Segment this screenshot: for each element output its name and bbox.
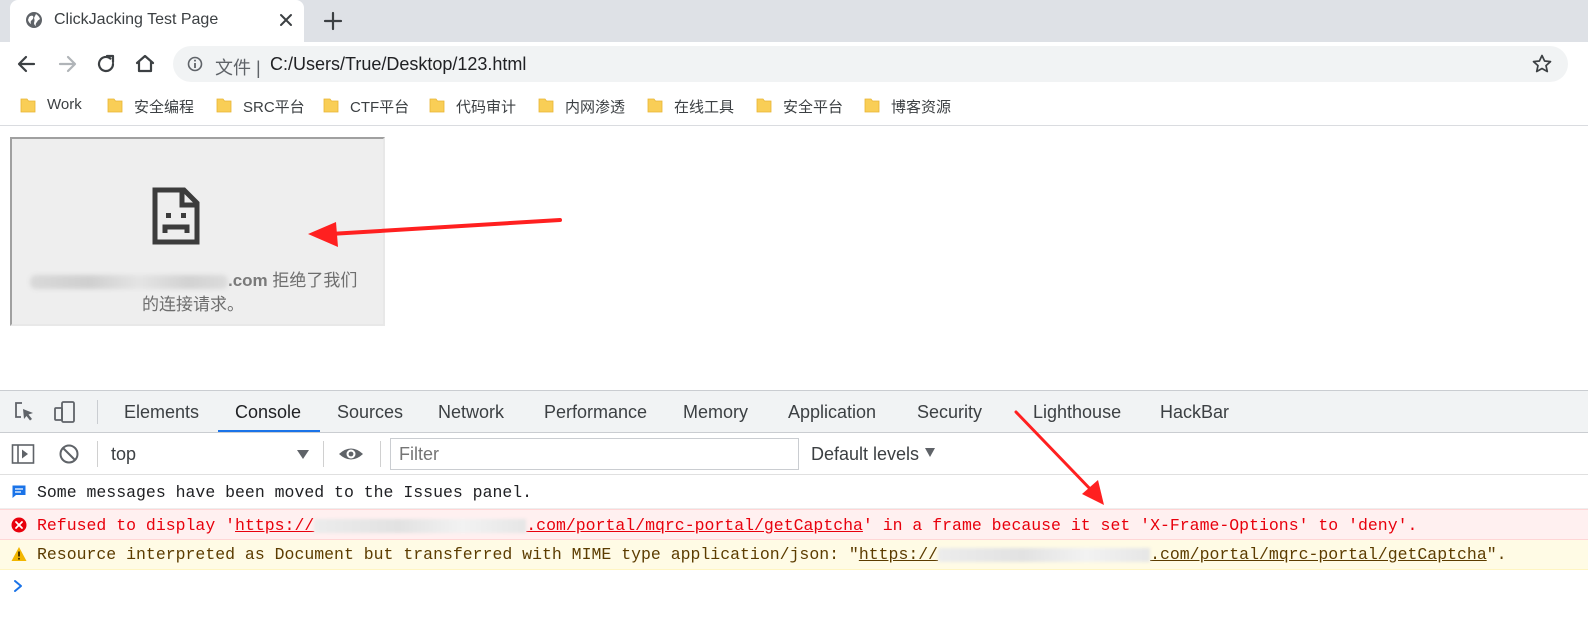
tab-hackbar[interactable]: HackBar xyxy=(1160,402,1229,423)
clear-console-icon[interactable] xyxy=(57,443,81,465)
tab-lighthouse[interactable]: Lighthouse xyxy=(1033,402,1121,423)
sad-page-icon xyxy=(152,187,200,245)
tab-memory[interactable]: Memory xyxy=(683,402,748,423)
new-tab-icon[interactable] xyxy=(322,10,344,32)
url-text[interactable]: C:/Users/True/Desktop/123.html xyxy=(270,54,526,75)
toolbar-separator xyxy=(323,441,324,467)
tab-elements[interactable]: Elements xyxy=(124,402,199,423)
folder-icon xyxy=(538,98,554,113)
folder-icon xyxy=(429,98,445,113)
toolbar-separator xyxy=(380,441,381,467)
page-viewport: .com 拒绝了我们 的连接请求。 xyxy=(0,127,1588,390)
folder-icon xyxy=(864,98,880,113)
url-scheme-label: 文件 | xyxy=(215,58,261,78)
device-toolbar-icon[interactable] xyxy=(53,400,77,424)
eye-icon[interactable] xyxy=(337,443,365,465)
refused-connection-message: .com 拒绝了我们 xyxy=(30,266,357,291)
tab-title: ClickJacking Test Page xyxy=(54,11,219,28)
folder-icon xyxy=(216,98,232,113)
forward-arrow-icon[interactable] xyxy=(54,51,80,77)
console-error-message: Refused to display 'https://.com/portal/… xyxy=(0,509,1588,540)
console-info-message: Some messages have been moved to the Iss… xyxy=(0,475,1588,509)
browser-toolbar: 文件 | C:/Users/True/Desktop/123.html xyxy=(0,42,1588,86)
bookmarks-bar: Work 安全编程 SRC平台 CTF平台 代码审计 内网渗透 在线工具 安全平… xyxy=(0,86,1588,126)
warning-icon xyxy=(11,547,27,561)
close-tab-icon[interactable] xyxy=(276,10,296,30)
tab-console[interactable]: Console xyxy=(235,402,301,423)
error-icon xyxy=(11,517,27,533)
folder-icon xyxy=(107,98,123,113)
redacted-host xyxy=(314,518,527,533)
bookmark-star-icon[interactable] xyxy=(1531,53,1553,75)
toolbar-separator xyxy=(97,400,98,424)
tab-sources[interactable]: Sources xyxy=(337,402,403,423)
console-prompt-chevron-icon[interactable] xyxy=(11,579,25,593)
context-selector[interactable]: top xyxy=(111,444,136,465)
chevron-down-icon xyxy=(925,448,936,457)
console-toolbar: top Default levels xyxy=(0,433,1588,475)
message-icon xyxy=(12,485,26,498)
tab-security[interactable]: Security xyxy=(917,402,982,423)
iframe-error-box: .com 拒绝了我们 的连接请求。 xyxy=(10,137,385,326)
active-tab-indicator xyxy=(218,430,320,432)
context-dropdown-arrow-icon[interactable] xyxy=(297,450,309,459)
inspect-element-icon[interactable] xyxy=(13,400,37,424)
globe-icon xyxy=(26,12,42,28)
address-bar[interactable]: 文件 | C:/Users/True/Desktop/123.html xyxy=(173,46,1568,82)
folder-icon xyxy=(20,98,36,113)
folder-icon xyxy=(647,98,663,113)
back-arrow-icon[interactable] xyxy=(14,51,40,77)
folder-icon xyxy=(323,98,339,113)
devtools-panel: Elements Console Sources Network Perform… xyxy=(0,390,1588,622)
tab-network[interactable]: Network xyxy=(438,402,504,423)
console-warning-message: Resource interpreted as Document but tra… xyxy=(0,540,1588,570)
browser-tab[interactable]: ClickJacking Test Page xyxy=(10,0,304,42)
home-icon[interactable] xyxy=(132,51,158,77)
captcha-url-link[interactable]: https://.com/portal/mqrc-portal/getCaptc… xyxy=(235,516,863,535)
console-filter-input[interactable] xyxy=(390,438,799,470)
redacted-domain xyxy=(30,274,228,289)
tab-application[interactable]: Application xyxy=(788,402,876,423)
info-icon[interactable] xyxy=(187,56,203,72)
show-sidebar-icon[interactable] xyxy=(11,443,35,465)
tab-strip: ClickJacking Test Page xyxy=(0,0,1588,42)
folder-icon xyxy=(756,98,772,113)
devtools-tab-bar: Elements Console Sources Network Perform… xyxy=(0,391,1588,433)
tab-performance[interactable]: Performance xyxy=(544,402,647,423)
refused-connection-message-line2: 的连接请求。 xyxy=(142,295,244,314)
log-levels-dropdown[interactable]: Default levels xyxy=(811,444,936,465)
toolbar-separator xyxy=(97,441,98,467)
captcha-url-link[interactable]: https://.com/portal/mqrc-portal/getCaptc… xyxy=(859,545,1487,564)
reload-icon[interactable] xyxy=(93,51,119,77)
redacted-host xyxy=(938,547,1151,562)
